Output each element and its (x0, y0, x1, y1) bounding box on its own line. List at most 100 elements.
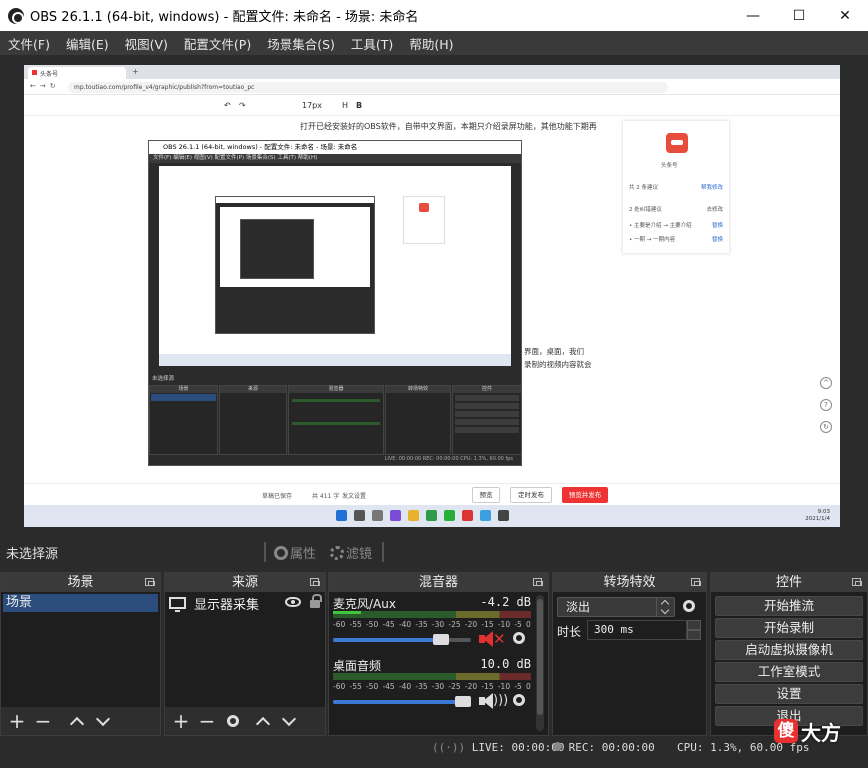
gear-icon[interactable] (513, 694, 525, 706)
page-footer: 草稿已保存 共 411 字 发文设置 预览 定时发布 预览并发布 (24, 483, 840, 505)
scene-item[interactable]: 场景 (3, 594, 158, 612)
slider-knob[interactable] (433, 634, 449, 645)
close-button[interactable]: ✕ (822, 0, 868, 31)
search-icon[interactable] (354, 510, 365, 521)
menu-scene-collection[interactable]: 场景集合(S) (259, 34, 343, 53)
chevron-up-icon (69, 716, 85, 731)
add-source-button[interactable]: + (169, 709, 193, 733)
mixer-title: 混音器 (418, 575, 458, 590)
duration-spinner[interactable] (687, 620, 701, 640)
start-icon[interactable] (336, 510, 347, 521)
remove-scene-button[interactable]: − (31, 709, 55, 733)
menu-help[interactable]: 帮助(H) (401, 34, 461, 53)
footer-settings[interactable]: 发文设置 (342, 491, 366, 500)
assistant-card: 头条号 共 2 条建议 帮我修改 2 处纠错建议 去修改 • 主要是介绍 → 主… (622, 120, 730, 254)
taskview-icon[interactable] (372, 510, 383, 521)
wechat-icon[interactable] (444, 510, 455, 521)
gear-icon[interactable] (683, 600, 695, 612)
settings-button[interactable]: 设置 (715, 684, 863, 704)
card-link-4[interactable]: 替换 (712, 235, 723, 243)
gear-icon (227, 715, 239, 727)
move-up-button[interactable] (251, 710, 275, 732)
editor-toolbar: ↶ ↷ 17px H B (24, 96, 840, 116)
undock-icon[interactable] (852, 578, 862, 586)
publish-button[interactable]: 预览并发布 (562, 487, 608, 503)
watermark-logo: 傻 (774, 719, 798, 743)
card-link-1[interactable]: 帮我修改 (701, 183, 723, 191)
controls-title: 控件 (775, 575, 802, 590)
menu-edit[interactable]: 编辑(E) (58, 34, 117, 53)
nested-dock-title: 控件 (453, 386, 521, 393)
card-name: 头条号 (661, 163, 678, 169)
volume-slider[interactable] (333, 696, 471, 707)
start-streaming-button[interactable]: 开始推流 (715, 596, 863, 616)
record-dot-icon (553, 742, 562, 751)
sources-title: 来源 (231, 575, 258, 590)
broadcast-icon: ((·)) (432, 741, 466, 754)
dock-title: 场景 (1, 573, 160, 592)
volume-slider[interactable] (333, 634, 471, 645)
duration-input[interactable]: 300 ms (587, 620, 687, 640)
chevron-up-icon[interactable] (687, 620, 701, 630)
lock-icon[interactable] (310, 594, 322, 608)
teams-icon[interactable] (390, 510, 401, 521)
properties-button[interactable]: 属性 (274, 543, 316, 562)
menu-profile[interactable]: 配置文件(P) (176, 34, 259, 53)
channel-name: 麦克风/Aux (333, 597, 396, 611)
menu-view[interactable]: 视图(V) (117, 34, 176, 53)
nested-source-bar: 未选择源 (152, 376, 175, 382)
minimize-button[interactable]: — (730, 0, 776, 31)
source-properties-button[interactable] (221, 710, 245, 732)
menu-tools[interactable]: 工具(T) (343, 34, 401, 53)
mixer-scrollbar[interactable] (536, 595, 544, 731)
browser-tab-strip: 头条号 + (24, 65, 840, 79)
mute-button[interactable]: ✕ (479, 630, 506, 650)
card-link-3[interactable]: 替换 (712, 221, 723, 229)
dock-title: 控件 (711, 573, 867, 592)
add-scene-button[interactable]: + (5, 709, 29, 733)
source-item[interactable]: 显示器采集 (165, 592, 325, 614)
move-up-button[interactable] (65, 710, 89, 732)
move-down-button[interactable] (277, 710, 301, 732)
slider-fill (333, 638, 441, 642)
chevron-down-icon[interactable] (687, 630, 701, 640)
remove-source-button[interactable]: − (195, 709, 219, 733)
maximize-button[interactable]: ☐ (776, 0, 822, 31)
undock-icon[interactable] (145, 578, 155, 586)
undock-icon[interactable] (691, 578, 701, 586)
mute-button[interactable]: ))) (479, 692, 508, 712)
channel-db: -4.2 dB (480, 595, 531, 609)
menu-file[interactable]: 文件(F) (0, 34, 58, 53)
start-virtual-camera-button[interactable]: 启动虚拟摄像机 (715, 640, 863, 660)
wps-icon[interactable] (462, 510, 473, 521)
status-bar: ((·)) LIVE: 00:00:00 REC: 00:00:00 CPU: … (0, 738, 868, 768)
obs-icon[interactable] (498, 510, 509, 521)
filter-icon (330, 545, 344, 560)
preview-canvas[interactable]: 头条号 + ←→↻ mp.toutiao.com/profile_v4/grap… (24, 65, 840, 527)
nested-dock-transitions: 转场特效 (385, 385, 451, 455)
undock-icon[interactable] (310, 578, 320, 586)
browser-url: mp.toutiao.com/profile_v4/graphic/publis… (68, 82, 668, 93)
nested-status: LIVE: 00:00:00 REC: 00:00:00 CPU: 1.3%, … (384, 456, 513, 462)
refresh-icon[interactable]: ↻ (820, 421, 832, 433)
undock-icon[interactable] (533, 578, 543, 586)
gear-icon[interactable] (513, 632, 525, 644)
filters-button[interactable]: 滤镜 (330, 543, 372, 562)
divider (382, 542, 384, 562)
transitions-dock: 转场特效 淡出 时长 300 ms (552, 572, 707, 736)
eye-icon[interactable] (285, 597, 301, 607)
schedule-button[interactable]: 定时发布 (510, 487, 552, 503)
move-down-button[interactable] (91, 710, 115, 732)
card-link-2[interactable]: 去修改 (706, 205, 723, 213)
studio-mode-button[interactable]: 工作室模式 (715, 662, 863, 682)
preview-button[interactable]: 预览 (472, 487, 500, 503)
start-recording-button[interactable]: 开始录制 (715, 618, 863, 638)
chrome-icon[interactable] (426, 510, 437, 521)
explorer-icon[interactable] (408, 510, 419, 521)
help-icon[interactable]: ? (820, 399, 832, 411)
volume-meter (333, 611, 531, 618)
back-to-top-icon[interactable]: ^ (820, 377, 832, 389)
transition-select[interactable]: 淡出 (557, 597, 675, 617)
app-icon[interactable] (480, 510, 491, 521)
slider-knob[interactable] (455, 696, 471, 707)
